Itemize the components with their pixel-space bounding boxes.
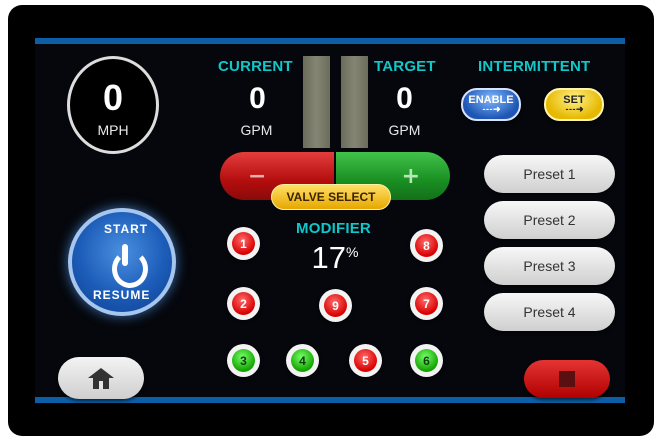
current-label: CURRENT (218, 58, 293, 75)
speed-value: 0 (102, 77, 124, 118)
current-value: 0 (249, 82, 266, 115)
current-flow-bar (303, 56, 330, 148)
resume-label: RESUME (93, 288, 151, 302)
valve-label: 1 (232, 232, 255, 255)
arrow-right-icon: - - - ➜ (565, 104, 583, 114)
target-value: 0 (396, 82, 413, 115)
valve-select-button[interactable]: VALVE SELECT (271, 184, 391, 210)
plus-icon: + (401, 164, 420, 189)
valve-button-4[interactable]: 4 (286, 344, 319, 377)
preset-1-button[interactable]: Preset 1 (484, 155, 615, 193)
set-button[interactable]: SET - - - ➜ (544, 88, 604, 121)
preset-4-button[interactable]: Preset 4 (484, 293, 615, 331)
valve-label: 2 (232, 292, 255, 315)
current-unit: GPM (240, 122, 273, 138)
start-label: START (104, 222, 149, 236)
valve-label: 5 (354, 349, 377, 372)
preset-3-button[interactable]: Preset 3 (484, 247, 615, 285)
modifier-value: 17 (311, 240, 347, 275)
valve-label: 7 (415, 292, 438, 315)
stop-button[interactable] (524, 360, 610, 398)
speed-gauge: 0 MPH (67, 56, 159, 154)
stop-icon (559, 371, 575, 387)
valve-button-9[interactable]: 9 (319, 289, 352, 322)
valve-label: 3 (232, 349, 255, 372)
enable-button[interactable]: ENABLE - - - ➜ (461, 88, 521, 121)
arrow-right-icon: - - - ➜ (482, 104, 500, 114)
valve-button-2[interactable]: 2 (227, 287, 260, 320)
valve-button-3[interactable]: 3 (227, 344, 260, 377)
home-icon (88, 368, 114, 378)
modifier-value-display: 17% (300, 240, 370, 276)
valve-button-8[interactable]: 8 (410, 229, 443, 262)
modifier-unit: % (346, 244, 359, 260)
power-icon-line (122, 244, 128, 266)
valve-label: 4 (291, 349, 314, 372)
minus-icon: − (248, 164, 267, 189)
home-icon-door (99, 381, 103, 389)
home-button[interactable] (58, 357, 144, 399)
valve-label: 8 (415, 234, 438, 257)
preset-2-button[interactable]: Preset 2 (484, 201, 615, 239)
target-label: TARGET (374, 58, 436, 75)
valve-label: 9 (324, 294, 347, 317)
target-unit: GPM (388, 122, 421, 138)
valve-button-5[interactable]: 5 (349, 344, 382, 377)
valve-button-6[interactable]: 6 (410, 344, 443, 377)
valve-label: 6 (415, 349, 438, 372)
valve-button-7[interactable]: 7 (410, 287, 443, 320)
target-flow-bar (341, 56, 368, 148)
modifier-label: MODIFIER (296, 220, 371, 237)
intermittent-label: INTERMITTENT (478, 58, 591, 75)
power-icon (112, 250, 148, 288)
start-resume-button[interactable]: START RESUME (68, 208, 176, 316)
speed-unit: MPH (97, 122, 129, 138)
valve-button-1[interactable]: 1 (227, 227, 260, 260)
